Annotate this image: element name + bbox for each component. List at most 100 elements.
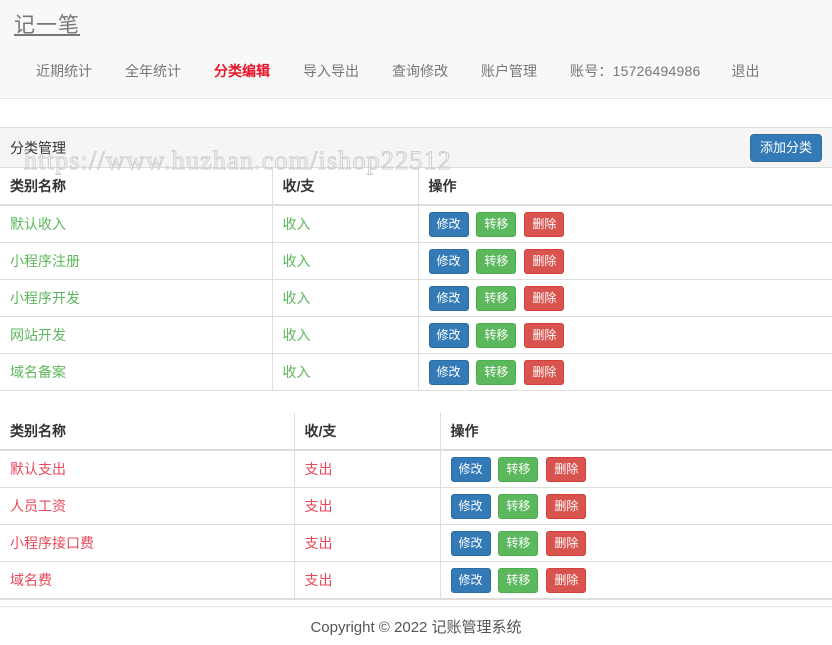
cell-category-name: 人员工资	[0, 487, 295, 525]
column-header-type: 收/支	[294, 413, 441, 451]
delete-button[interactable]: 删除	[524, 285, 565, 311]
nav-link-recent-stats[interactable]: 近期统计	[36, 63, 92, 79]
nav-link-logout[interactable]: 退出	[731, 63, 759, 79]
nav-link-import-export[interactable]: 导入导出	[303, 63, 359, 79]
cell-category-name: 网站开发	[0, 316, 273, 354]
table-row: 默认支出 支出 修改 转移 删除	[0, 449, 832, 488]
cell-category-name: 小程序接口费	[0, 524, 295, 562]
nav-link-account-management[interactable]: 账户管理	[481, 63, 537, 79]
table-row: 域名费 支出 修改 转移 删除	[0, 561, 832, 599]
nav-item-account-number: 账号：15726494986	[570, 62, 731, 80]
table-header-row: 类别名称 收/支 操作	[0, 168, 832, 206]
category-name-link[interactable]: 小程序开发	[10, 290, 80, 306]
table-row: 小程序开发 收入 修改 转移 删除	[0, 279, 832, 317]
category-name-link[interactable]: 域名备案	[10, 364, 66, 380]
delete-button[interactable]: 删除	[524, 322, 565, 348]
delete-button[interactable]: 删除	[546, 493, 587, 519]
nav-item-annual-stats: 全年统计	[125, 62, 214, 80]
move-button[interactable]: 转移	[498, 530, 539, 556]
nav-link-category-edit[interactable]: 分类编辑	[214, 63, 270, 79]
cell-category-type: 支出	[294, 561, 441, 599]
expense-table-head: 类别名称 收/支 操作	[0, 413, 832, 451]
delete-button[interactable]: 删除	[524, 211, 565, 237]
table-row: 小程序接口费 支出 修改 转移 删除	[0, 524, 832, 562]
delete-button[interactable]: 删除	[524, 248, 565, 274]
cell-row-actions: 修改 转移 删除	[418, 242, 832, 280]
edit-button[interactable]: 修改	[428, 322, 469, 348]
cell-category-type: 收入	[272, 279, 419, 317]
move-button[interactable]: 转移	[498, 493, 539, 519]
cell-row-actions: 修改 转移 删除	[440, 524, 832, 562]
column-header-type: 收/支	[272, 168, 419, 206]
edit-button[interactable]: 修改	[428, 285, 469, 311]
brand-logo[interactable]: 记一笔	[14, 14, 80, 38]
nav-item-category-edit: 分类编辑	[214, 62, 303, 80]
category-type-label: 支出	[304, 461, 333, 477]
move-button[interactable]: 转移	[498, 456, 539, 482]
edit-button[interactable]: 修改	[450, 493, 491, 519]
edit-button[interactable]: 修改	[450, 530, 491, 556]
nav-item-logout: 退出	[731, 62, 759, 80]
nav-item-recent-stats: 近期统计	[36, 62, 125, 80]
category-name-link[interactable]: 人员工资	[10, 498, 66, 514]
move-button[interactable]: 转移	[476, 322, 517, 348]
category-name-link[interactable]: 域名费	[10, 572, 52, 588]
expense-table-body: 默认支出 支出 修改 转移 删除 人员工资 支出 修改 转移 删除 小程序接口费…	[0, 449, 832, 599]
edit-button[interactable]: 修改	[428, 211, 469, 237]
cell-row-actions: 修改 转移 删除	[418, 204, 832, 243]
nav-link-annual-stats[interactable]: 全年统计	[125, 63, 181, 79]
cell-category-name: 默认收入	[0, 204, 273, 243]
category-type-label: 收入	[282, 290, 311, 306]
cell-row-actions: 修改 转移 删除	[418, 316, 832, 354]
table-row: 默认收入 收入 修改 转移 删除	[0, 204, 832, 243]
delete-button[interactable]: 删除	[524, 359, 565, 385]
category-name-link[interactable]: 网站开发	[10, 327, 66, 343]
category-name-link[interactable]: 小程序注册	[10, 253, 80, 269]
cell-category-type: 收入	[272, 353, 419, 391]
table-row: 域名备案 收入 修改 转移 删除	[0, 353, 832, 391]
category-type-label: 支出	[304, 535, 333, 551]
cell-row-actions: 修改 转移 删除	[440, 449, 832, 488]
move-button[interactable]: 转移	[476, 211, 517, 237]
cell-category-type: 支出	[294, 524, 441, 562]
income-category-table: 类别名称 收/支 操作 默认收入 收入 修改 转移 删除 小程序注册 收入 修改…	[0, 168, 832, 391]
table-header-row: 类别名称 收/支 操作	[0, 413, 832, 451]
cell-row-actions: 修改 转移 删除	[418, 353, 832, 391]
cell-row-actions: 修改 转移 删除	[440, 487, 832, 525]
move-button[interactable]: 转移	[476, 248, 517, 274]
cell-category-name: 小程序开发	[0, 279, 273, 317]
category-type-label: 支出	[304, 572, 333, 588]
category-type-label: 收入	[282, 216, 311, 232]
move-button[interactable]: 转移	[476, 359, 517, 385]
copyright-text: Copyright © 2022 记账管理系统	[310, 619, 522, 636]
delete-button[interactable]: 删除	[546, 456, 587, 482]
category-name-link[interactable]: 默认收入	[10, 216, 66, 232]
add-category-button[interactable]: 添加分类	[749, 134, 822, 162]
move-button[interactable]: 转移	[476, 285, 517, 311]
delete-button[interactable]: 删除	[546, 530, 587, 556]
category-name-link[interactable]: 小程序接口费	[10, 535, 94, 551]
cell-category-type: 收入	[272, 204, 419, 243]
table-row: 小程序注册 收入 修改 转移 删除	[0, 242, 832, 280]
nav-item-query-modify: 查询修改	[392, 62, 481, 80]
cell-category-type: 收入	[272, 242, 419, 280]
panel-heading: 分类管理 添加分类	[0, 128, 832, 168]
category-name-link[interactable]: 默认支出	[10, 461, 66, 477]
expense-category-table: 类别名称 收/支 操作 默认支出 支出 修改 转移 删除 人员工资 支出 修改 …	[0, 413, 832, 599]
move-button[interactable]: 转移	[498, 567, 539, 593]
cell-category-type: 支出	[294, 487, 441, 525]
edit-button[interactable]: 修改	[428, 248, 469, 274]
edit-button[interactable]: 修改	[428, 359, 469, 385]
nav-item-account-management: 账户管理	[481, 62, 570, 80]
edit-button[interactable]: 修改	[450, 456, 491, 482]
table-separator	[0, 391, 832, 413]
delete-button[interactable]: 删除	[546, 567, 587, 593]
category-type-label: 收入	[282, 364, 311, 380]
category-panel: 分类管理 添加分类 类别名称 收/支 操作 默认收入 收入 修改 转移 删除 小…	[0, 127, 832, 600]
column-header-name: 类别名称	[0, 413, 295, 451]
cell-row-actions: 修改 转移 删除	[440, 561, 832, 599]
cell-category-type: 收入	[272, 316, 419, 354]
cell-category-name: 域名备案	[0, 353, 273, 391]
edit-button[interactable]: 修改	[450, 567, 491, 593]
nav-link-query-modify[interactable]: 查询修改	[392, 63, 448, 79]
